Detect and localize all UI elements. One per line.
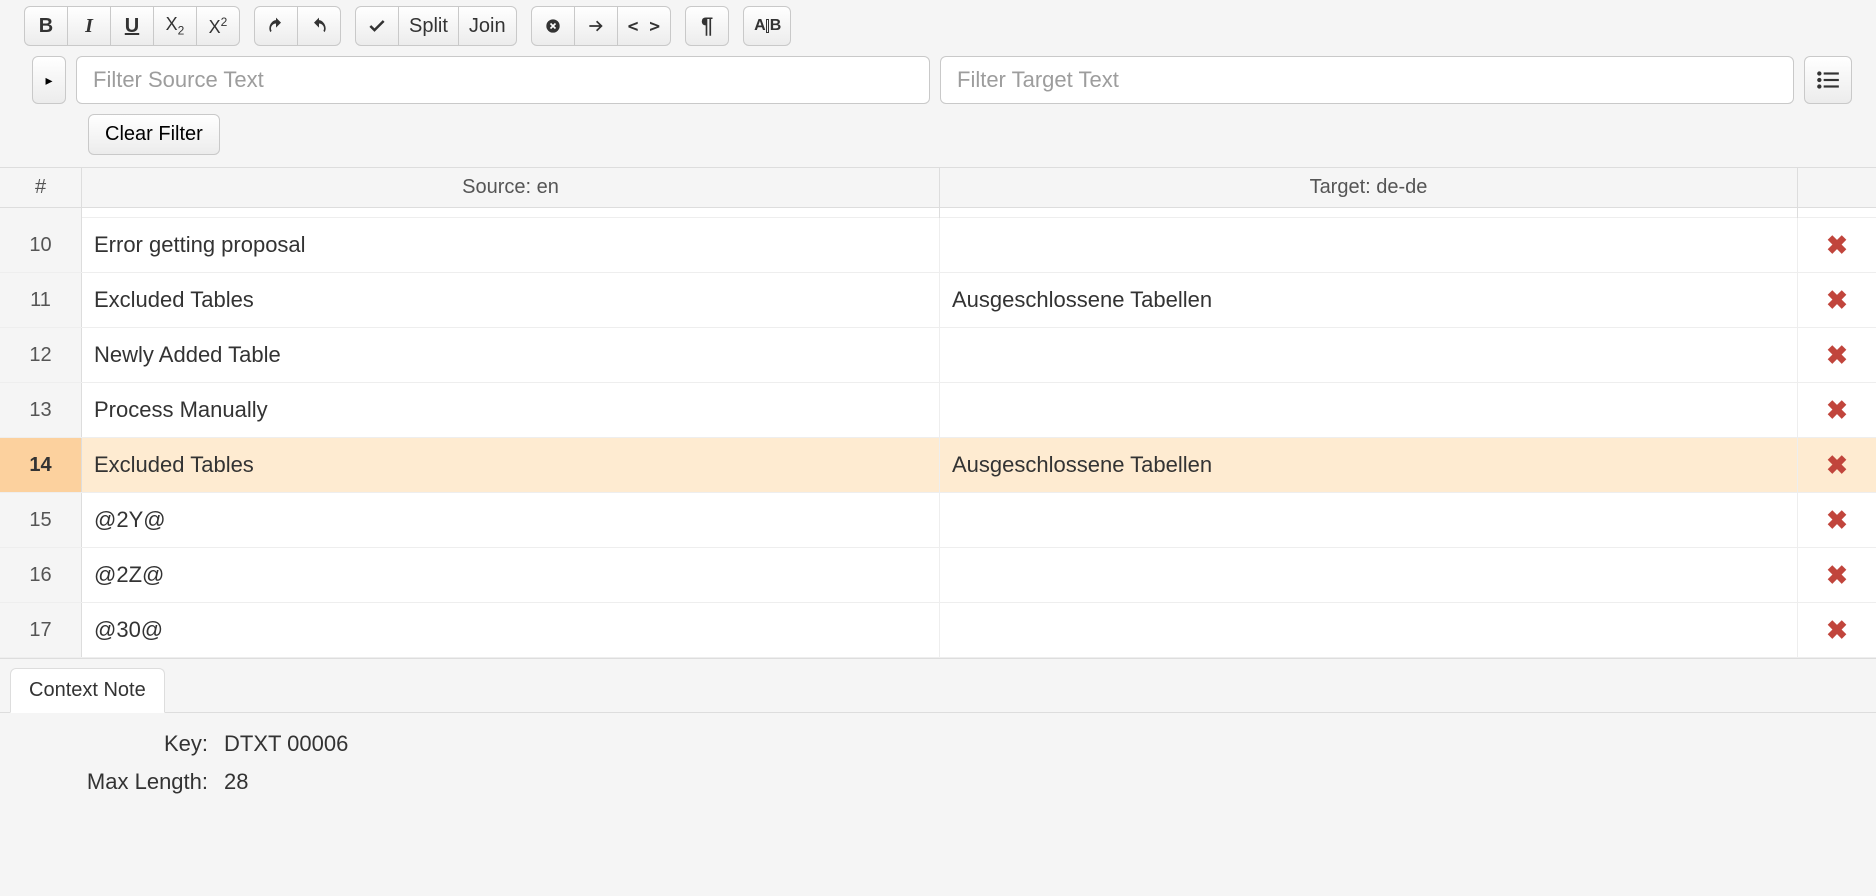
undo-icon — [266, 16, 286, 36]
target-cell[interactable] — [940, 603, 1798, 657]
bold-icon: B — [39, 15, 53, 38]
delete-row-icon[interactable]: ✖ — [1826, 287, 1848, 313]
angle-tag-button[interactable]: < > — [617, 6, 672, 46]
row-number: 15 — [0, 493, 82, 547]
filter-bar: ▸ — [0, 56, 1876, 114]
delete-row-icon[interactable]: ✖ — [1826, 452, 1848, 478]
pilcrow-icon: ¶ — [701, 13, 713, 39]
next-tag-button[interactable] — [574, 6, 618, 46]
source-cell[interactable]: Error getting proposal — [82, 218, 940, 272]
underline-icon: U — [125, 15, 139, 38]
confirm-button[interactable] — [355, 6, 399, 46]
row-number: 12 — [0, 328, 82, 382]
text-cursor-icon: AB — [754, 17, 780, 35]
target-cell[interactable] — [940, 218, 1798, 272]
source-cell[interactable]: Excluded Tables — [82, 273, 940, 327]
filter-expand-button[interactable]: ▸ — [32, 56, 66, 104]
italic-icon: I — [85, 15, 93, 38]
col-target-header: Target: de-de — [940, 168, 1798, 207]
list-menu-button[interactable] — [1804, 56, 1852, 104]
target-cell[interactable] — [940, 548, 1798, 602]
meta-key-value: DTXT 00006 — [224, 731, 348, 757]
meta-maxlen-value: 28 — [224, 769, 248, 795]
row-number: 17 — [0, 603, 82, 657]
meta-maxlen-label: Max Length: — [24, 769, 224, 795]
table-row[interactable]: 16@2Z@ ✖ — [0, 548, 1876, 603]
subscript-icon: X2 — [166, 14, 185, 38]
table-row[interactable]: 14Excluded TablesAusgeschlossene Tabelle… — [0, 438, 1876, 493]
delete-row-icon[interactable]: ✖ — [1826, 232, 1848, 258]
table-row[interactable]: 15@2Y@ ✖ — [0, 493, 1876, 548]
italic-button[interactable]: I — [67, 6, 111, 46]
target-cell[interactable]: Ausgeschlossene Tabellen — [940, 273, 1798, 327]
row-action-cell: ✖ — [1798, 273, 1876, 327]
undo-button[interactable] — [254, 6, 298, 46]
meta-key-label: Key: — [24, 731, 224, 757]
segment-table: # Source: en Target: de-de 10Error getti… — [0, 167, 1876, 659]
pilcrow-button[interactable]: ¶ — [685, 6, 729, 46]
row-number: 10 — [0, 218, 82, 272]
row-number: 14 — [0, 438, 82, 492]
source-cell[interactable]: @2Z@ — [82, 548, 940, 602]
col-action-header — [1798, 168, 1876, 207]
bottom-tab-bar: Context Note — [0, 659, 1876, 713]
col-number-header: # — [0, 168, 82, 207]
check-icon — [367, 16, 387, 36]
delete-row-icon[interactable]: ✖ — [1826, 342, 1848, 368]
source-cell[interactable]: Excluded Tables — [82, 438, 940, 492]
table-row[interactable]: 11Excluded TablesAusgeschlossene Tabelle… — [0, 273, 1876, 328]
source-cell[interactable]: @30@ — [82, 603, 940, 657]
row-action-cell: ✖ — [1798, 218, 1876, 272]
angle-bracket-icon: < > — [628, 16, 661, 37]
table-row[interactable]: 17@30@ ✖ — [0, 603, 1876, 658]
filter-source-input[interactable] — [76, 56, 930, 104]
superscript-icon: X2 — [209, 15, 228, 38]
source-cell[interactable]: Process Manually — [82, 383, 940, 437]
underline-button[interactable]: U — [110, 6, 154, 46]
tab-context-note[interactable]: Context Note — [10, 668, 165, 713]
delete-row-icon[interactable]: ✖ — [1826, 507, 1848, 533]
clear-filter-button[interactable]: Clear Filter — [88, 114, 220, 155]
row-action-cell: ✖ — [1798, 383, 1876, 437]
clear-tag-button[interactable] — [531, 6, 575, 46]
caret-right-icon: ▸ — [45, 72, 52, 89]
redo-button[interactable] — [297, 6, 341, 46]
row-action-cell: ✖ — [1798, 438, 1876, 492]
circle-x-icon — [543, 16, 563, 36]
row-action-cell: ✖ — [1798, 493, 1876, 547]
context-panel: Key: DTXT 00006 Max Length: 28 — [0, 713, 1876, 813]
insert-cursor-button[interactable]: AB — [743, 6, 791, 46]
target-cell[interactable] — [940, 328, 1798, 382]
redo-icon — [309, 16, 329, 36]
row-number: 13 — [0, 383, 82, 437]
target-cell[interactable] — [940, 493, 1798, 547]
list-icon — [1815, 67, 1841, 93]
filter-target-input[interactable] — [940, 56, 1794, 104]
row-action-cell: ✖ — [1798, 328, 1876, 382]
formatting-toolbar: B I U X2 X2 Split Join < > — [0, 0, 1876, 56]
delete-row-icon[interactable]: ✖ — [1826, 397, 1848, 423]
target-cell[interactable] — [940, 383, 1798, 437]
superscript-button[interactable]: X2 — [196, 6, 240, 46]
delete-row-icon[interactable]: ✖ — [1826, 562, 1848, 588]
join-button[interactable]: Join — [458, 6, 517, 46]
bold-button[interactable]: B — [24, 6, 68, 46]
row-action-cell: ✖ — [1798, 603, 1876, 657]
arrow-right-icon — [586, 16, 606, 36]
split-button[interactable]: Split — [398, 6, 459, 46]
subscript-button[interactable]: X2 — [153, 6, 197, 46]
target-cell[interactable]: Ausgeschlossene Tabellen — [940, 438, 1798, 492]
table-row[interactable]: 13Process Manually ✖ — [0, 383, 1876, 438]
delete-row-icon[interactable]: ✖ — [1826, 617, 1848, 643]
table-row[interactable]: 12Newly Added Table ✖ — [0, 328, 1876, 383]
table-row[interactable]: 10Error getting proposal ✖ — [0, 218, 1876, 273]
source-cell[interactable]: Newly Added Table — [82, 328, 940, 382]
table-header: # Source: en Target: de-de — [0, 168, 1876, 208]
row-action-cell: ✖ — [1798, 548, 1876, 602]
col-source-header: Source: en — [82, 168, 940, 207]
source-cell[interactable]: @2Y@ — [82, 493, 940, 547]
row-number: 16 — [0, 548, 82, 602]
row-number: 11 — [0, 273, 82, 327]
